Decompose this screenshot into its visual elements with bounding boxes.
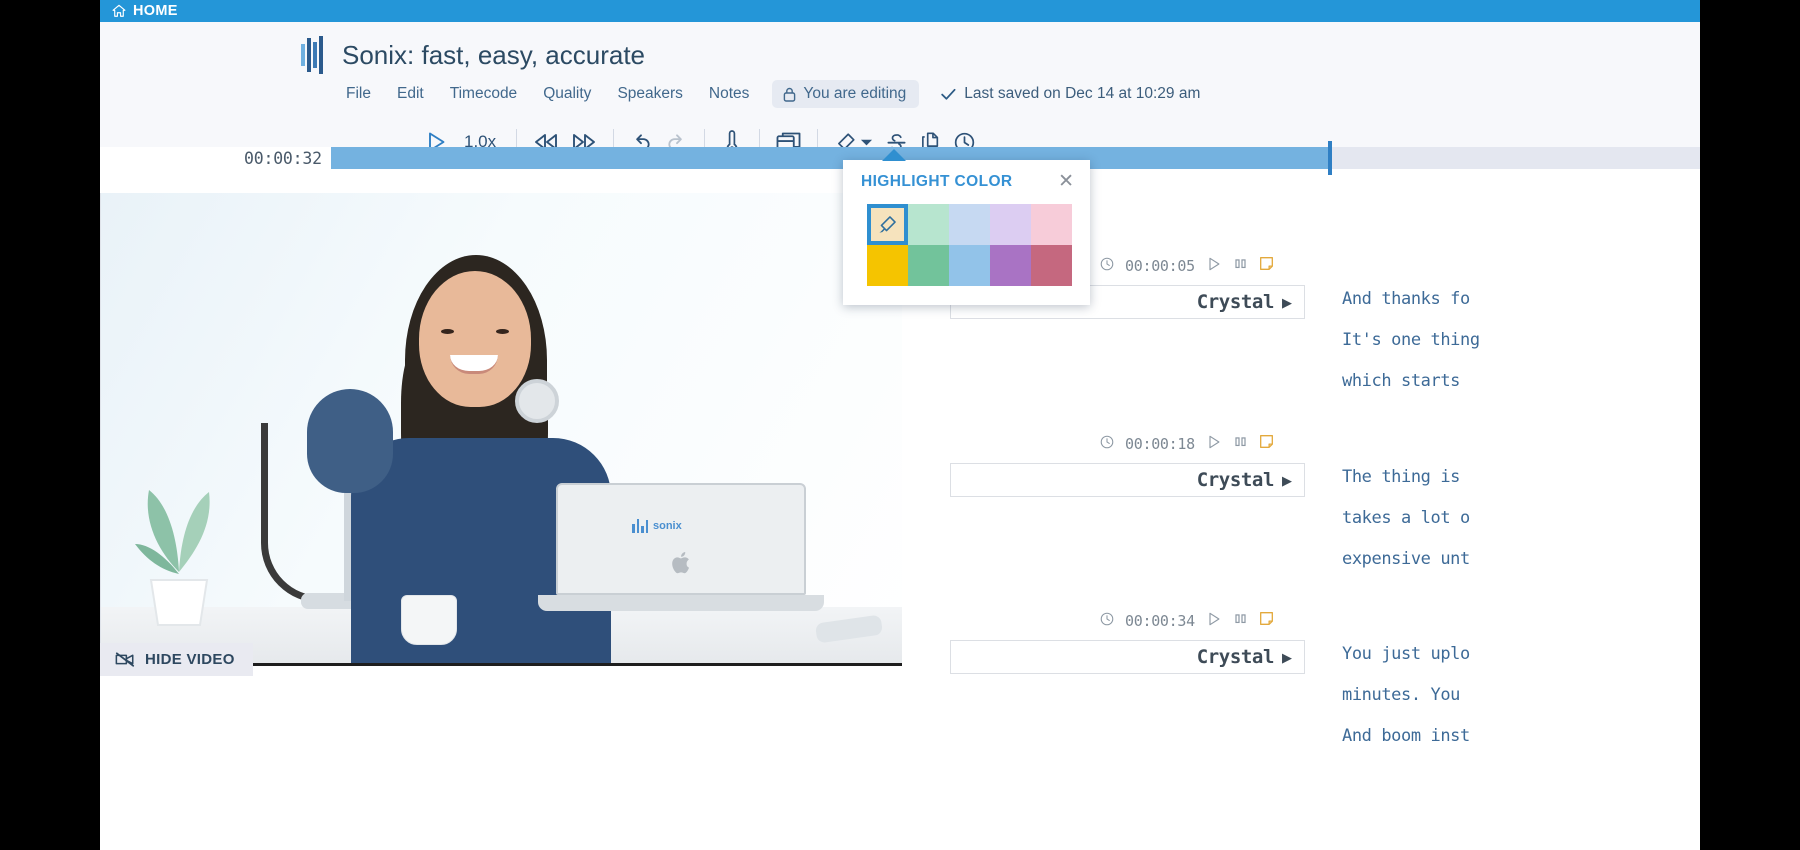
highlighter-icon	[877, 214, 898, 235]
editing-status-label: You are editing	[803, 85, 906, 103]
transcript-timestamp[interactable]: 00:00:05	[1125, 257, 1195, 275]
transcript-text[interactable]: The thing is takes a lot o expensive unt	[1342, 457, 1700, 580]
swatch-light-pink[interactable]	[1031, 204, 1072, 245]
menu-bar: File Edit Timecode Quality Speakers Note…	[333, 80, 1200, 108]
last-saved-label: Last saved on Dec 14 at 10:29 am	[964, 85, 1200, 103]
note-icon[interactable]	[1259, 611, 1274, 631]
note-icon[interactable]	[1259, 256, 1274, 276]
swatch-light-green[interactable]	[908, 204, 949, 245]
coffee-mug	[401, 595, 457, 645]
close-icon[interactable]: ✕	[1056, 172, 1076, 191]
lock-icon	[783, 87, 796, 102]
headphones	[515, 379, 559, 423]
timeline-progress	[331, 147, 1330, 169]
microphone	[307, 389, 393, 493]
clock-icon	[1100, 435, 1114, 454]
popup-header: HIGHLIGHT COLOR ✕	[843, 160, 1090, 191]
chevron-down-icon[interactable]	[860, 138, 873, 147]
menu-quality[interactable]: Quality	[530, 81, 604, 107]
laptop-screen: sonix	[556, 483, 806, 595]
laptop-brand-label: sonix	[653, 520, 682, 532]
hide-video-button[interactable]: HIDE VIDEO	[100, 643, 253, 676]
play-icon[interactable]	[1206, 434, 1222, 455]
timeline-playhead[interactable]	[1328, 141, 1332, 175]
home-label[interactable]: HOME	[133, 3, 178, 19]
transcript-block-meta: 00:00:18	[920, 431, 1700, 457]
transcript-block: 00:00:18	[920, 431, 1700, 497]
laptop-base	[538, 595, 824, 611]
chevron-right-icon: ▶	[1282, 474, 1292, 487]
person-head	[419, 271, 531, 407]
clock-icon	[1100, 257, 1114, 276]
speaker-selector[interactable]: Crystal ▶	[950, 463, 1305, 497]
pause-icon[interactable]	[1233, 256, 1248, 276]
menu-timecode[interactable]: Timecode	[437, 81, 530, 107]
swatch-yellow[interactable]	[867, 245, 908, 286]
transcript-text[interactable]: And thanks fo It's one thing which start…	[1342, 279, 1700, 402]
transcript-text[interactable]: You just uplo minutes. You And boom inst	[1342, 634, 1700, 757]
video-bottom-rule	[246, 663, 902, 666]
laptop-sonix-logo: sonix	[632, 519, 682, 533]
swatch-cream-selected[interactable]	[867, 204, 908, 245]
play-icon[interactable]	[1206, 611, 1222, 632]
note-icon[interactable]	[1259, 434, 1274, 454]
speaker-name: Crystal	[1197, 469, 1274, 491]
menu-speakers[interactable]: Speakers	[604, 81, 695, 107]
transcript-timestamp[interactable]: 00:00:18	[1125, 435, 1195, 453]
menu-edit[interactable]: Edit	[384, 81, 437, 107]
popup-pointer	[882, 149, 906, 161]
home-icon[interactable]	[112, 4, 126, 18]
transcript-timestamp[interactable]: 00:00:34	[1125, 612, 1195, 630]
speaker-selector[interactable]: Crystal ▶	[950, 640, 1305, 674]
hide-video-label: HIDE VIDEO	[145, 651, 235, 668]
transcript-block: 00:00:34	[920, 608, 1700, 674]
laptop: sonix	[556, 483, 806, 633]
video-off-icon	[115, 652, 135, 667]
swatch-red[interactable]	[1031, 245, 1072, 286]
pause-icon[interactable]	[1233, 434, 1248, 454]
title-row: Sonix: fast, easy, accurate	[300, 36, 645, 74]
page-title: Sonix: fast, easy, accurate	[342, 40, 645, 71]
clock-icon	[1100, 612, 1114, 631]
speaker-name: Crystal	[1197, 291, 1274, 313]
last-saved-note: Last saved on Dec 14 at 10:29 am	[941, 85, 1200, 103]
pause-icon[interactable]	[1233, 611, 1248, 631]
popup-title: HIGHLIGHT COLOR	[861, 173, 1013, 191]
plant-decor	[119, 452, 239, 627]
apple-icon	[671, 551, 693, 575]
transcript-block-meta: 00:00:34	[920, 608, 1700, 634]
video-preview[interactable]: sonix	[100, 193, 902, 663]
current-timecode: 00:00:32	[244, 149, 322, 168]
swatch-purple[interactable]	[990, 245, 1031, 286]
person-eye-right	[496, 329, 509, 334]
sonix-waveform-logo-icon	[300, 36, 330, 74]
menu-file[interactable]: File	[333, 81, 384, 107]
check-icon	[941, 88, 956, 101]
play-icon[interactable]	[1206, 256, 1222, 277]
chevron-right-icon: ▶	[1282, 651, 1292, 664]
swatch-light-purple[interactable]	[990, 204, 1031, 245]
menu-notes[interactable]: Notes	[696, 81, 763, 107]
screen: HOME Sonix: fast, easy, accurate File Ed…	[0, 0, 1800, 850]
color-swatch-grid	[867, 204, 1090, 286]
document-header: Sonix: fast, easy, accurate File Edit Ti…	[100, 22, 1700, 147]
chevron-right-icon: ▶	[1282, 296, 1292, 309]
editing-status-pill[interactable]: You are editing	[772, 80, 919, 108]
home-bar: HOME	[100, 0, 1700, 22]
swatch-blue[interactable]	[949, 245, 990, 286]
video-frame: sonix	[101, 193, 902, 663]
sonix-app-window: HOME Sonix: fast, easy, accurate File Ed…	[100, 0, 1700, 850]
speaker-name: Crystal	[1197, 646, 1274, 668]
person-eye-left	[441, 329, 454, 334]
swatch-light-blue[interactable]	[949, 204, 990, 245]
highlight-color-popup[interactable]: HIGHLIGHT COLOR ✕	[843, 160, 1090, 305]
swatch-green[interactable]	[908, 245, 949, 286]
sonix-waveform-icon	[632, 519, 648, 533]
